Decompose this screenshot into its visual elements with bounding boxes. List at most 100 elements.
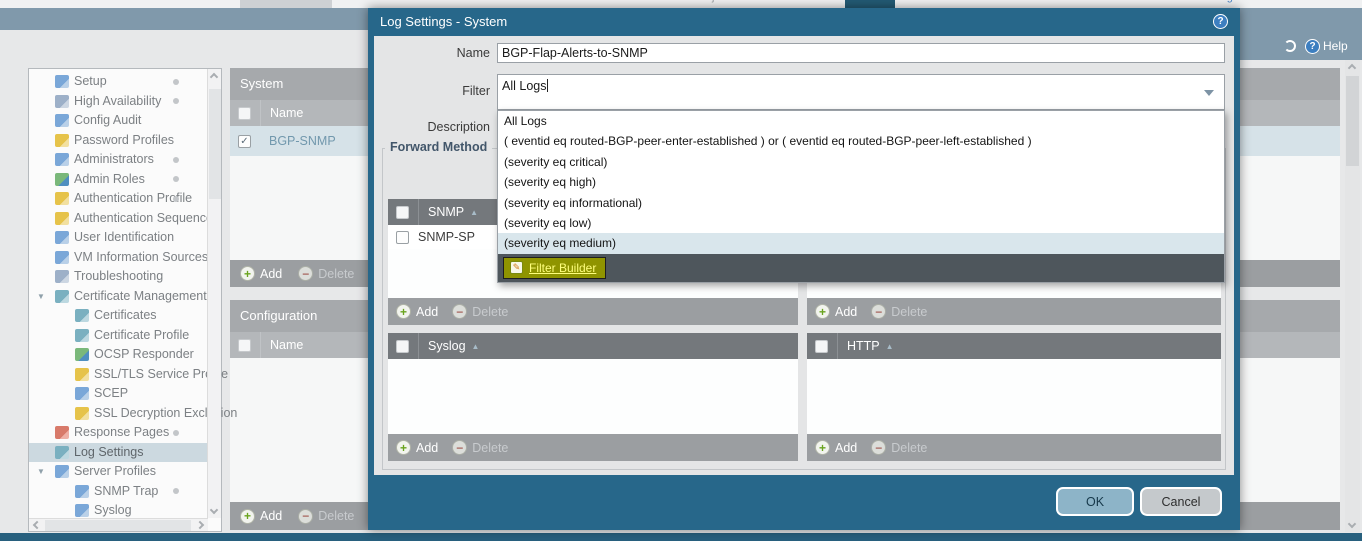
sidebar-item-certificates[interactable]: Certificates <box>29 306 207 326</box>
sidebar-item-response-pages[interactable]: Response Pages <box>29 423 207 443</box>
add-button[interactable]: Add <box>240 509 282 524</box>
scrollbar-thumb[interactable] <box>45 520 191 531</box>
sidebar-item-config-audit[interactable]: Config Audit <box>29 111 207 131</box>
sidebar-item-log-settings[interactable]: Log Settings <box>29 443 207 463</box>
sidebar-item-user-identification[interactable]: User Identification <box>29 228 207 248</box>
sidebar-horizontal-scrollbar[interactable] <box>29 518 208 531</box>
delete-button[interactable]: Delete <box>452 440 508 455</box>
dropdown-option[interactable]: (severity eq critical) <box>498 152 1224 172</box>
name-column-header[interactable]: Name <box>260 332 303 358</box>
scroll-right-icon[interactable] <box>196 521 204 529</box>
ok-button[interactable]: OK <box>1056 487 1134 516</box>
help-label: Help <box>1323 39 1348 53</box>
select-all-checkbox[interactable] <box>396 206 409 219</box>
delete-icon <box>452 440 467 455</box>
chevron-down-icon[interactable] <box>1204 90 1214 96</box>
select-all-checkbox[interactable] <box>238 339 251 352</box>
collapse-arrow-icon[interactable]: ▼ <box>37 287 45 307</box>
delete-button[interactable]: Delete <box>298 509 354 524</box>
text-cursor <box>547 79 548 92</box>
tab-network[interactable]: Network <box>779 0 835 8</box>
row-name[interactable]: SNMP-SP <box>418 230 475 244</box>
row-name[interactable]: BGP-SNMP <box>260 126 336 156</box>
sidebar-item-high-availability[interactable]: High Availability <box>29 92 207 112</box>
dropdown-option[interactable]: All Logs <box>498 111 1224 131</box>
scroll-down-icon[interactable] <box>1348 520 1356 528</box>
add-button[interactable]: Add <box>396 304 438 319</box>
row-checkbox[interactable] <box>396 231 409 244</box>
http-pane: HTTP▲ Add Delete <box>807 333 1221 461</box>
row-checkbox[interactable] <box>238 135 251 148</box>
help-button[interactable]: ? Help <box>1305 39 1348 54</box>
sidebar-item-admin-roles[interactable]: Admin Roles <box>29 170 207 190</box>
scroll-up-icon[interactable] <box>1348 64 1356 72</box>
tab-objects[interactable]: Objects <box>690 0 742 8</box>
delete-button[interactable]: Delete <box>871 440 927 455</box>
sidebar-vertical-scrollbar[interactable] <box>207 69 221 518</box>
commit-link[interactable]: Commit <box>1112 0 1168 8</box>
dialog-help-icon[interactable]: ? <box>1213 14 1228 29</box>
search-link[interactable]: Search <box>1258 0 1310 8</box>
user-identification-icon <box>55 231 69 244</box>
add-button[interactable]: Add <box>815 304 857 319</box>
add-button[interactable]: Add <box>396 440 438 455</box>
add-button[interactable]: Add <box>815 440 857 455</box>
scrollbar-thumb[interactable] <box>209 89 221 199</box>
select-all-checkbox[interactable] <box>396 340 409 353</box>
tab-device[interactable]: Device <box>845 0 895 8</box>
sidebar-item-troubleshooting[interactable]: Troubleshooting <box>29 267 207 287</box>
scroll-up-icon[interactable] <box>210 73 218 81</box>
scroll-left-icon[interactable] <box>33 521 41 529</box>
sidebar-item-certificate-management[interactable]: ▼Certificate Management <box>29 287 207 307</box>
sidebar-item-authentication-profile[interactable]: Authentication Profile <box>29 189 207 209</box>
dropdown-option[interactable]: (severity eq high) <box>498 172 1224 192</box>
syslog-pane: Syslog▲ Add Delete <box>388 333 798 461</box>
name-column-header[interactable]: Name <box>260 100 303 126</box>
dropdown-option[interactable]: (severity eq informational) <box>498 193 1224 213</box>
sidebar-item-server-profiles[interactable]: ▼Server Profiles <box>29 462 207 482</box>
status-dot <box>173 98 179 104</box>
tab-policies[interactable]: Policies <box>597 0 653 8</box>
delete-button[interactable]: Delete <box>871 304 927 319</box>
filter-builder-button[interactable]: ✎ Filter Builder <box>503 257 606 279</box>
dropdown-option[interactable]: ( eventid eq routed-BGP-peer-enter-estab… <box>498 131 1224 151</box>
sort-ascending-icon: ▲ <box>470 208 478 217</box>
filter-value: All Logs <box>502 79 546 93</box>
select-all-checkbox[interactable] <box>815 340 828 353</box>
tab-acc[interactable]: ACC <box>432 0 472 8</box>
page-vertical-scrollbar[interactable] <box>1345 60 1360 532</box>
administrators-icon <box>55 153 69 166</box>
add-button[interactable]: Add <box>240 266 282 281</box>
certificate-profile-icon <box>75 329 89 342</box>
certificate-management-icon <box>55 290 69 303</box>
filter-combobox[interactable]: All Logs <box>497 74 1225 110</box>
sidebar-item-password-profiles[interactable]: Password Profiles <box>29 131 207 151</box>
sidebar-item-administrators[interactable]: Administrators <box>29 150 207 170</box>
sidebar-item-snmp-trap[interactable]: SNMP Trap <box>29 482 207 502</box>
http-column-header[interactable]: HTTP▲ <box>837 333 894 359</box>
sidebar-item-ssl-decryption-exclusion[interactable]: SSL Decryption Exclusion <box>29 404 207 424</box>
dropdown-option[interactable]: (severity eq low) <box>498 213 1224 233</box>
snmp-column-header[interactable]: SNMP▲ <box>418 199 478 225</box>
sidebar-item-authentication-sequence[interactable]: Authentication Sequence <box>29 209 207 229</box>
sidebar-item-scep[interactable]: SCEP <box>29 384 207 404</box>
sidebar-item-ssl-tls-service-profile[interactable]: SSL/TLS Service Profile <box>29 365 207 385</box>
syslog-column-header[interactable]: Syslog▲ <box>418 333 479 359</box>
refresh-icon[interactable] <box>1284 40 1296 52</box>
delete-button[interactable]: Delete <box>298 266 354 281</box>
filter-dropdown: All Logs ( eventid eq routed-BGP-peer-en… <box>497 110 1225 283</box>
sidebar-item-ocsp-responder[interactable]: OCSP Responder <box>29 345 207 365</box>
select-all-checkbox[interactable] <box>238 107 251 120</box>
sidebar-item-setup[interactable]: Setup <box>29 72 207 92</box>
dropdown-option-highlighted[interactable]: (severity eq medium) <box>498 233 1224 253</box>
sidebar-item-certificate-profile[interactable]: Certificate Profile <box>29 326 207 346</box>
scrollbar-thumb[interactable] <box>1346 76 1359 166</box>
sidebar-item-vm-information-sources[interactable]: VM Information Sources <box>29 248 207 268</box>
tab-monitor[interactable]: Monitor <box>505 0 565 8</box>
name-input[interactable] <box>497 43 1225 63</box>
cancel-button[interactable]: Cancel <box>1140 487 1222 516</box>
tab-dashboard[interactable]: Dashboard <box>240 0 332 8</box>
scroll-down-icon[interactable] <box>210 506 218 514</box>
collapse-arrow-icon[interactable]: ▼ <box>37 462 45 482</box>
delete-button[interactable]: Delete <box>452 304 508 319</box>
